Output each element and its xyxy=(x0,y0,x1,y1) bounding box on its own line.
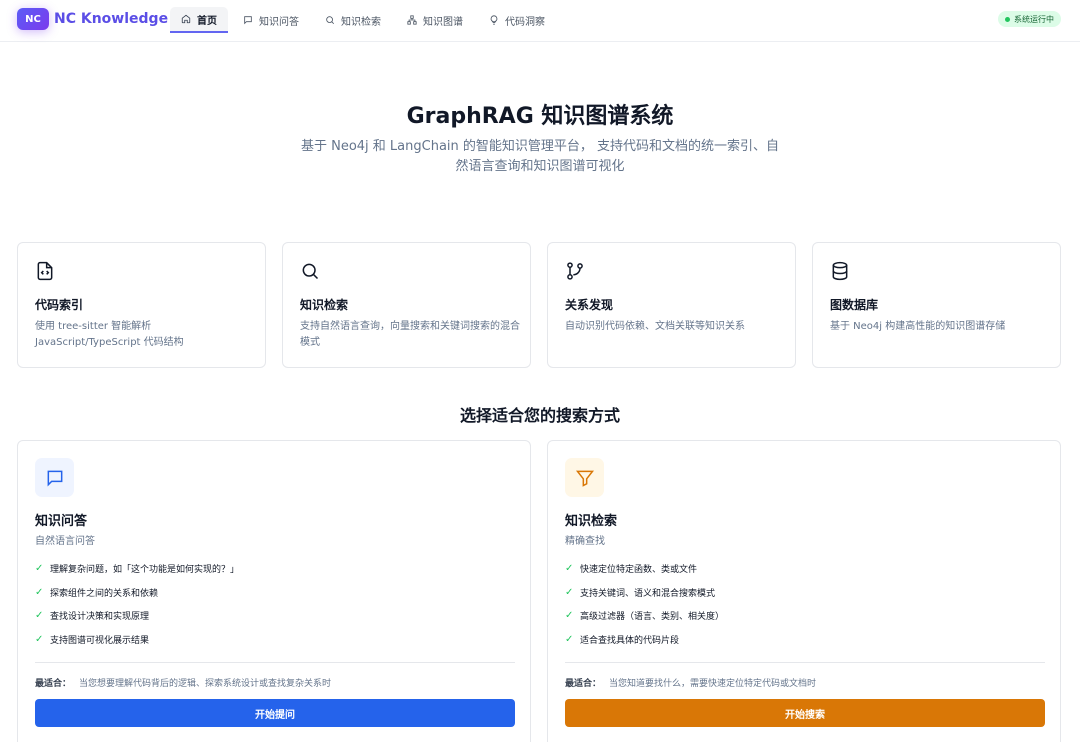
mode-card-qa: 知识问答 自然语言问答 ✓ 理解复杂问题，如「这个功能是如何实现的？」 ✓ 探索组件… xyxy=(17,440,531,742)
search-icon xyxy=(302,263,319,280)
main-nav: 首页 知识问答 知识检索 知识图谱 代码洞察 xyxy=(170,7,560,33)
chat-icon xyxy=(244,16,252,25)
list-item-text: 高级过滤器（语言、类别、相关度） xyxy=(580,612,725,623)
mode-subtitle: 精确查找 xyxy=(565,536,605,547)
nav-item-qa[interactable]: 知识问答 xyxy=(232,7,310,33)
feature-desc: 自动识别代码依赖、文档关联等知识关系 xyxy=(565,321,745,332)
bulb-icon xyxy=(490,15,498,25)
brand-name[interactable]: NC Knowledge xyxy=(54,11,168,27)
check-icon: ✓ xyxy=(565,586,574,598)
mode-title: 知识问答 xyxy=(35,514,88,529)
best-for-label: 最适合： xyxy=(35,679,72,689)
list-item: ✓ 支持图谱可视化展示结果 xyxy=(35,628,239,652)
start-search-button[interactable]: 开始搜索 xyxy=(565,699,1045,727)
mode-title: 知识检索 xyxy=(565,514,618,529)
filter-icon xyxy=(575,470,594,487)
nav-label: 知识检索 xyxy=(341,16,381,28)
feature-card-code-index: 代码索引 使用 tree-sitter 智能解析 JavaScript/Type… xyxy=(17,242,266,368)
nav-label: 知识图谱 xyxy=(423,16,463,28)
divider xyxy=(35,662,515,663)
mode-icon-box xyxy=(35,458,74,497)
list-item-text: 支持关键词、语义和混合搜索模式 xyxy=(580,588,716,599)
check-icon: ✓ xyxy=(35,633,44,645)
page-title: GraphRAG 知识图谱系统 xyxy=(406,104,674,129)
list-item-text: 理解复杂问题，如「这个功能是如何实现的？」 xyxy=(50,565,240,576)
status-dot-icon xyxy=(1005,16,1010,22)
list-item: ✓ 适合查找具体的代码片段 xyxy=(565,628,724,652)
feature-desc: 基于 Neo4j 构建高性能的知识图谱存储 xyxy=(830,321,1006,332)
nav-item-search[interactable]: 知识检索 xyxy=(314,7,392,33)
list-item: ✓ 高级过滤器（语言、类别、相关度） xyxy=(565,604,724,628)
list-item-text: 快速定位特定函数、类或文件 xyxy=(580,565,698,576)
list-item-text: 探索组件之间的关系和依赖 xyxy=(50,588,159,599)
mode-feature-list: ✓ 快速定位特定函数、类或文件 ✓ 支持关键词、语义和混合搜索模式 ✓ 高级过滤器（语… xyxy=(565,557,724,651)
list-item: ✓ 支持关键词、语义和混合搜索模式 xyxy=(565,581,724,605)
list-item: ✓ 快速定位特定函数、类或文件 xyxy=(565,557,724,581)
graph-icon xyxy=(407,15,417,25)
check-icon: ✓ xyxy=(35,563,44,575)
list-item: ✓ 查找设计决策和实现原理 xyxy=(35,604,239,628)
nav-label: 代码洞察 xyxy=(505,16,545,28)
best-for-note: 最适合： 当您知道要找什么，需要快速定位特定代码或文档时 xyxy=(565,676,816,689)
feature-card-knowledge-search: 知识检索 支持自然语言查询，向量搜索和关键词搜索的混合模式 xyxy=(282,242,531,368)
mode-card-search: 知识检索 精确查找 ✓ 快速定位特定函数、类或文件 ✓ 支持关键词、语义和混合搜索模… xyxy=(547,440,1061,742)
mode-feature-list: ✓ 理解复杂问题，如「这个功能是如何实现的？」 ✓ 探索组件之间的关系和依赖 ✓ 查找… xyxy=(35,557,239,651)
feature-card-graph-database: 图数据库 基于 Neo4j 构建高性能的知识图谱存储 xyxy=(812,242,1061,368)
nav-label: 首页 xyxy=(197,15,217,27)
check-icon: ✓ xyxy=(35,586,44,598)
list-item-text: 适合查找具体的代码片段 xyxy=(580,635,680,646)
database-icon xyxy=(832,261,848,281)
start-ask-button[interactable]: 开始提问 xyxy=(35,699,515,727)
check-icon: ✓ xyxy=(565,563,574,575)
list-item-text: 支持图谱可视化展示结果 xyxy=(50,635,150,646)
code-file-icon xyxy=(37,261,53,281)
divider xyxy=(565,662,1045,663)
mode-subtitle: 自然语言问答 xyxy=(35,536,95,547)
list-item: ✓ 探索组件之间的关系和依赖 xyxy=(35,581,239,605)
feature-title: 代码索引 xyxy=(35,298,84,312)
best-for-text: 当您知道要找什么，需要快速定位特定代码或文档时 xyxy=(609,679,817,689)
list-item-text: 查找设计决策和实现原理 xyxy=(50,612,150,623)
nav-item-insight[interactable]: 代码洞察 xyxy=(478,7,556,33)
mode-icon-box xyxy=(565,458,604,497)
check-icon: ✓ xyxy=(565,633,574,645)
git-branch-icon xyxy=(567,262,583,280)
feature-title: 知识检索 xyxy=(300,298,349,312)
best-for-note: 最适合： 当您想要理解代码背后的逻辑、探索系统设计或查找复杂关系时 xyxy=(35,676,331,689)
feature-desc: 支持自然语言查询，向量搜索和关键词搜索的混合模式 xyxy=(300,321,520,348)
nav-item-home[interactable]: 首页 xyxy=(170,7,228,33)
home-icon xyxy=(181,14,191,24)
feature-title: 关系发现 xyxy=(565,298,614,312)
feature-card-relation-discovery: 关系发现 自动识别代码依赖、文档关联等知识关系 xyxy=(547,242,796,368)
nav-label: 知识问答 xyxy=(259,16,299,28)
top-nav-bar: NC NC Knowledge 首页 知识问答 知识检索 知识图谱 代码洞察 系… xyxy=(0,0,1080,42)
section-title: 选择适合您的搜索方式 xyxy=(459,406,620,425)
check-icon: ✓ xyxy=(565,610,574,622)
list-item: ✓ 理解复杂问题，如「这个功能是如何实现的？」 xyxy=(35,557,239,581)
chat-icon xyxy=(47,470,62,486)
nav-item-graph[interactable]: 知识图谱 xyxy=(396,7,474,33)
logo[interactable]: NC xyxy=(17,8,49,30)
best-for-label: 最适合： xyxy=(565,679,602,689)
feature-title: 图数据库 xyxy=(830,298,879,312)
status-text: 系统运行中 xyxy=(1014,14,1054,24)
best-for-text: 当您想要理解代码背后的逻辑、探索系统设计或查找复杂关系时 xyxy=(79,679,332,689)
check-icon: ✓ xyxy=(35,610,44,622)
page-subtitle: 基于 Neo4j 和 LangChain 的智能知识管理平台， 支持代码和文档的… xyxy=(300,139,780,174)
search-icon xyxy=(326,16,335,25)
feature-desc: 使用 tree-sitter 智能解析 JavaScript/TypeScrip… xyxy=(35,321,184,348)
status-badge: 系统运行中 xyxy=(998,11,1061,27)
